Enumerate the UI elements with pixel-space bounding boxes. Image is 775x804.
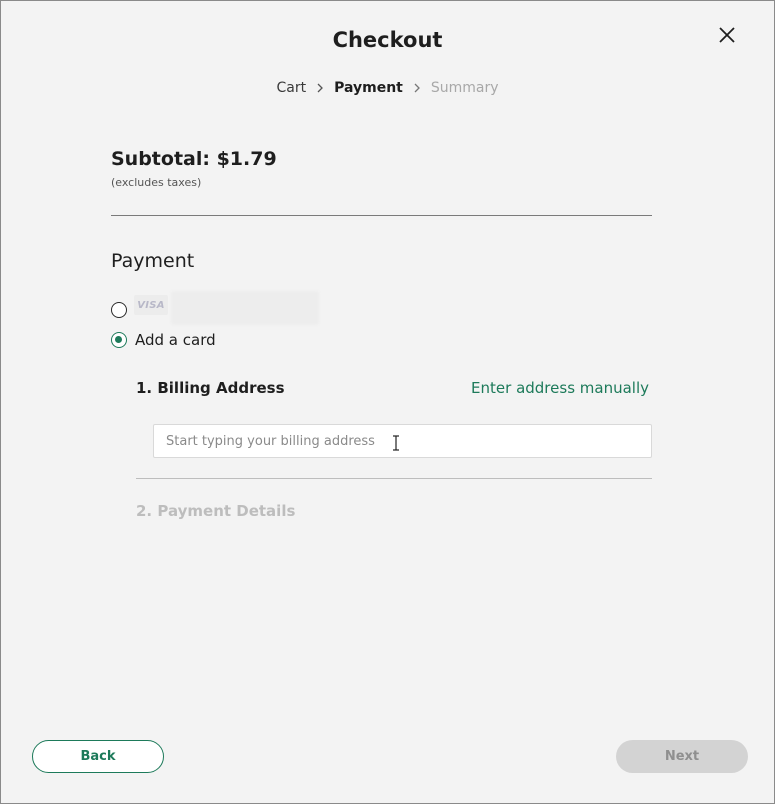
saved-card-details-redacted	[171, 291, 319, 325]
breadcrumb-payment: Payment	[334, 80, 403, 96]
visa-icon: VISA	[134, 295, 168, 315]
chevron-right-icon	[317, 83, 323, 93]
text-cursor-icon	[393, 435, 399, 451]
divider	[136, 478, 652, 479]
billing-address-title: 1. Billing Address	[136, 379, 285, 397]
breadcrumb: Cart Payment Summary	[1, 80, 774, 96]
next-button[interactable]: Next	[616, 740, 748, 773]
breadcrumb-summary: Summary	[430, 80, 499, 96]
subtotal-note: (excludes taxes)	[111, 176, 202, 189]
add-card-label[interactable]: Add a card	[135, 331, 216, 349]
subtotal: Subtotal: $1.79	[111, 148, 277, 170]
close-button[interactable]	[715, 23, 739, 47]
page-title: Checkout	[332, 28, 443, 52]
payment-details-title: 2. Payment Details	[136, 502, 296, 520]
back-button[interactable]: Back	[32, 740, 164, 773]
checkout-dialog: Checkout Cart Payment Summary Subtotal: …	[0, 0, 775, 804]
enter-address-manually-link[interactable]: Enter address manually	[471, 379, 649, 397]
breadcrumb-cart[interactable]: Cart	[276, 80, 306, 96]
add-card-radio[interactable]	[111, 332, 127, 348]
chevron-right-icon	[414, 83, 420, 93]
saved-card-radio[interactable]	[111, 302, 127, 318]
divider	[111, 215, 652, 216]
payment-heading: Payment	[111, 250, 195, 272]
close-icon	[719, 27, 735, 43]
billing-address-input[interactable]	[153, 424, 652, 458]
